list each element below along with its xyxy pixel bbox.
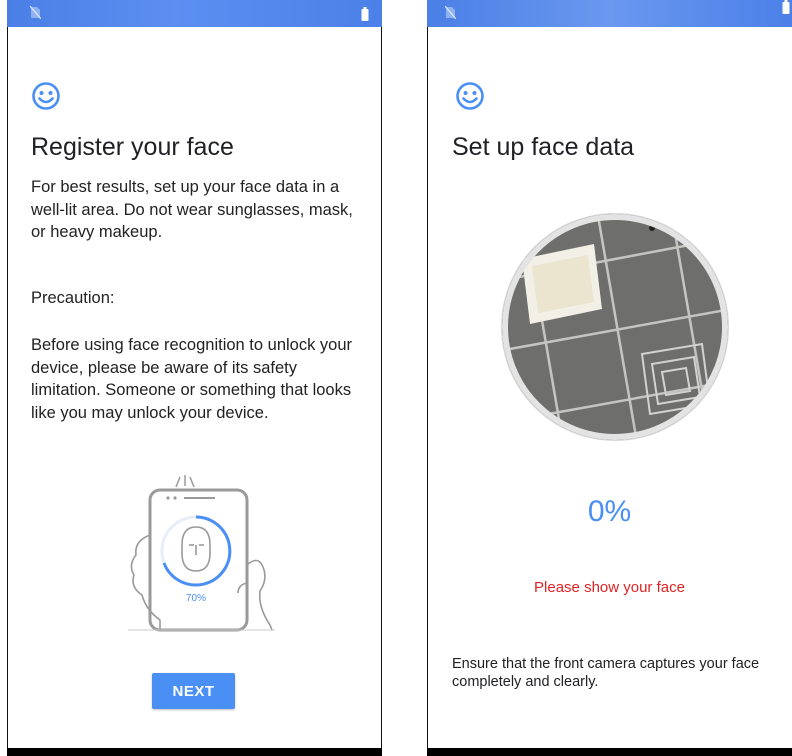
battery-icon <box>782 0 790 14</box>
precaution-label: Precaution: <box>31 289 115 307</box>
smile-icon <box>32 82 60 110</box>
next-button[interactable]: NEXT <box>152 673 235 709</box>
precaution-text: Before using face recognition to unlock … <box>31 336 353 422</box>
screen-edge <box>427 27 428 748</box>
illustration-progress-label: 70% <box>186 593 206 604</box>
face-data-setup-screen: Set up face data 0% Please show your fac… <box>427 0 792 756</box>
camera-preview <box>502 214 728 440</box>
signal-icon <box>175 475 195 488</box>
progress-percentage: 0% <box>587 495 632 528</box>
status-bar <box>7 0 382 27</box>
smile-icon <box>456 82 484 110</box>
navigation-bar <box>7 748 382 756</box>
screen-edge <box>381 27 382 748</box>
face-scan-illustration: 70% <box>128 475 275 632</box>
no-sim-icon <box>30 6 41 19</box>
intro-text: For best results, set up your face data … <box>31 178 353 241</box>
page-title: Set up face data <box>452 133 635 161</box>
battery-icon <box>361 7 369 21</box>
hint-text: Ensure that the front camera captures yo… <box>452 656 760 690</box>
status-message: Please show your face <box>534 579 685 596</box>
screen-edge <box>7 27 8 748</box>
navigation-bar <box>427 748 792 756</box>
no-sim-icon <box>445 6 456 19</box>
page-title: Register your face <box>31 133 234 161</box>
status-bar <box>427 0 792 27</box>
register-face-screen: Register your face For best results, set… <box>7 0 382 756</box>
